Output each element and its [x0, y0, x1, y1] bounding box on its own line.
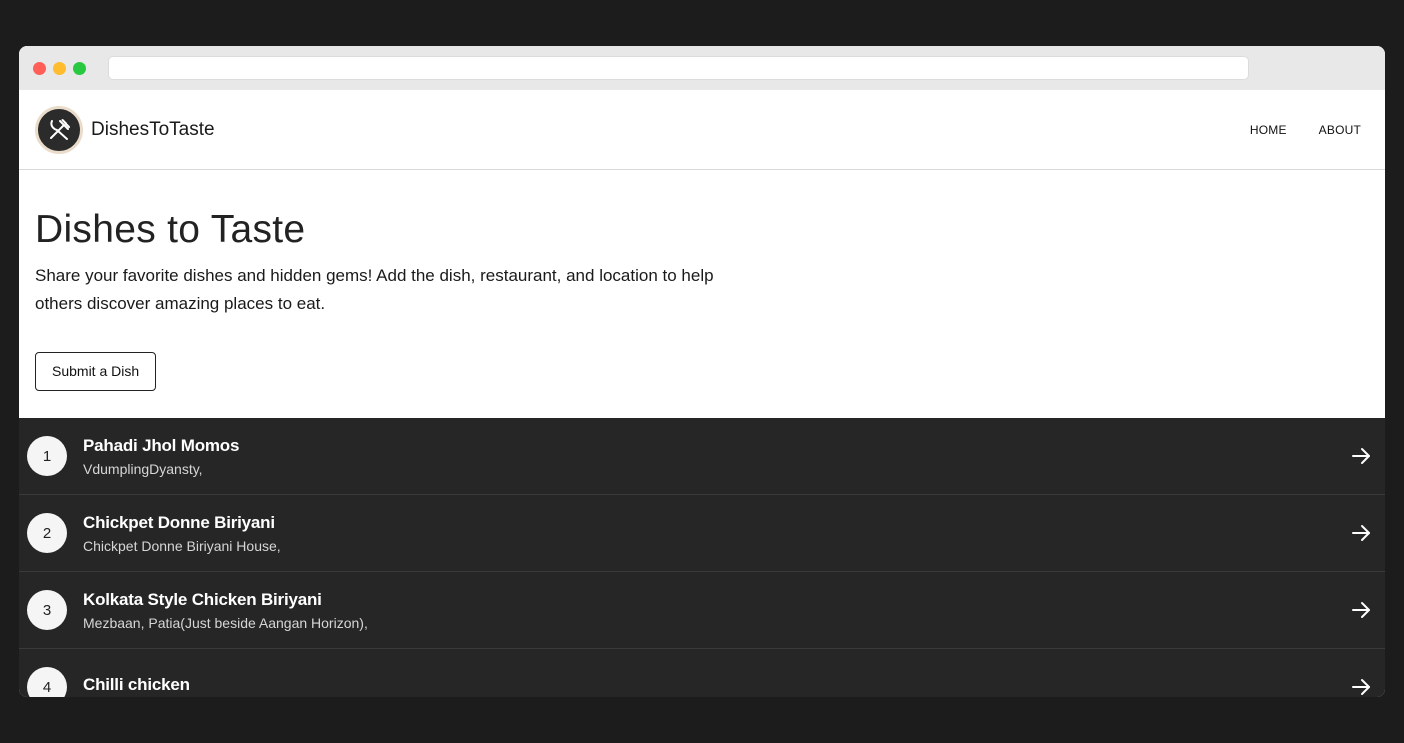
- dish-name: Chickpet Donne Biriyani: [83, 512, 275, 532]
- dish-restaurant: Mezbaan, Patia(Just beside Aangan Horizo…: [83, 614, 368, 631]
- hero-description: Share your favorite dishes and hidden ge…: [35, 266, 714, 313]
- arrow-right-icon[interactable]: [1349, 521, 1373, 545]
- arrow-right-icon[interactable]: [1349, 675, 1373, 697]
- dish-name: Pahadi Jhol Momos: [83, 435, 240, 455]
- fork-knife-icon: [35, 105, 83, 154]
- submit-dish-button[interactable]: Submit a Dish: [35, 352, 157, 391]
- list-item[interactable]: 4 Chilli chicken: [19, 649, 1385, 697]
- arrow-right-icon[interactable]: [1349, 444, 1373, 468]
- dish-restaurant: VdumplingDyansty,: [83, 460, 203, 477]
- list-item[interactable]: 3 Kolkata Style Chicken Biriyani Mezbaan…: [19, 572, 1385, 649]
- list-item[interactable]: 2 Chickpet Donne Biriyani Chickpet Donne…: [19, 495, 1385, 572]
- maximize-window-button[interactable]: [73, 62, 86, 75]
- dish-restaurant: Chickpet Donne Biriyani House,: [83, 537, 281, 554]
- list-item[interactable]: 1 Pahadi Jhol Momos VdumplingDyansty,: [19, 418, 1385, 495]
- rank-badge: 2: [27, 513, 67, 553]
- dish-info: Chilli chicken: [83, 675, 1349, 698]
- nav-about-link[interactable]: ABOUT: [1319, 123, 1361, 137]
- browser-window: DishesToTaste HOME ABOUT Dishes to Taste…: [19, 46, 1385, 697]
- dish-name: Chilli chicken: [83, 674, 190, 694]
- rank-badge: 4: [27, 667, 67, 697]
- arrow-right-icon[interactable]: [1349, 598, 1373, 622]
- page-title: Dishes to Taste: [35, 208, 306, 251]
- address-bar[interactable]: [108, 56, 1249, 80]
- dish-list: 1 Pahadi Jhol Momos VdumplingDyansty, 2 …: [19, 418, 1385, 697]
- browser-titlebar: [19, 46, 1385, 90]
- rank-badge: 1: [27, 436, 67, 476]
- nav-menu: HOME ABOUT: [1250, 123, 1361, 137]
- hero-section: Dishes to Taste Share your favorite dish…: [19, 170, 1385, 418]
- rank-badge: 3: [27, 590, 67, 630]
- nav-home-link[interactable]: HOME: [1250, 123, 1287, 137]
- site-header: DishesToTaste HOME ABOUT: [19, 90, 1385, 170]
- dish-info: Pahadi Jhol Momos VdumplingDyansty,: [83, 436, 1349, 477]
- close-window-button[interactable]: [33, 62, 46, 75]
- dish-info: Chickpet Donne Biriyani Chickpet Donne B…: [83, 513, 1349, 554]
- dish-info: Kolkata Style Chicken Biriyani Mezbaan, …: [83, 590, 1349, 631]
- minimize-window-button[interactable]: [53, 62, 66, 75]
- brand-link[interactable]: DishesToTaste: [35, 105, 215, 154]
- brand-name: DishesToTaste: [91, 118, 215, 140]
- dish-name: Kolkata Style Chicken Biriyani: [83, 589, 322, 609]
